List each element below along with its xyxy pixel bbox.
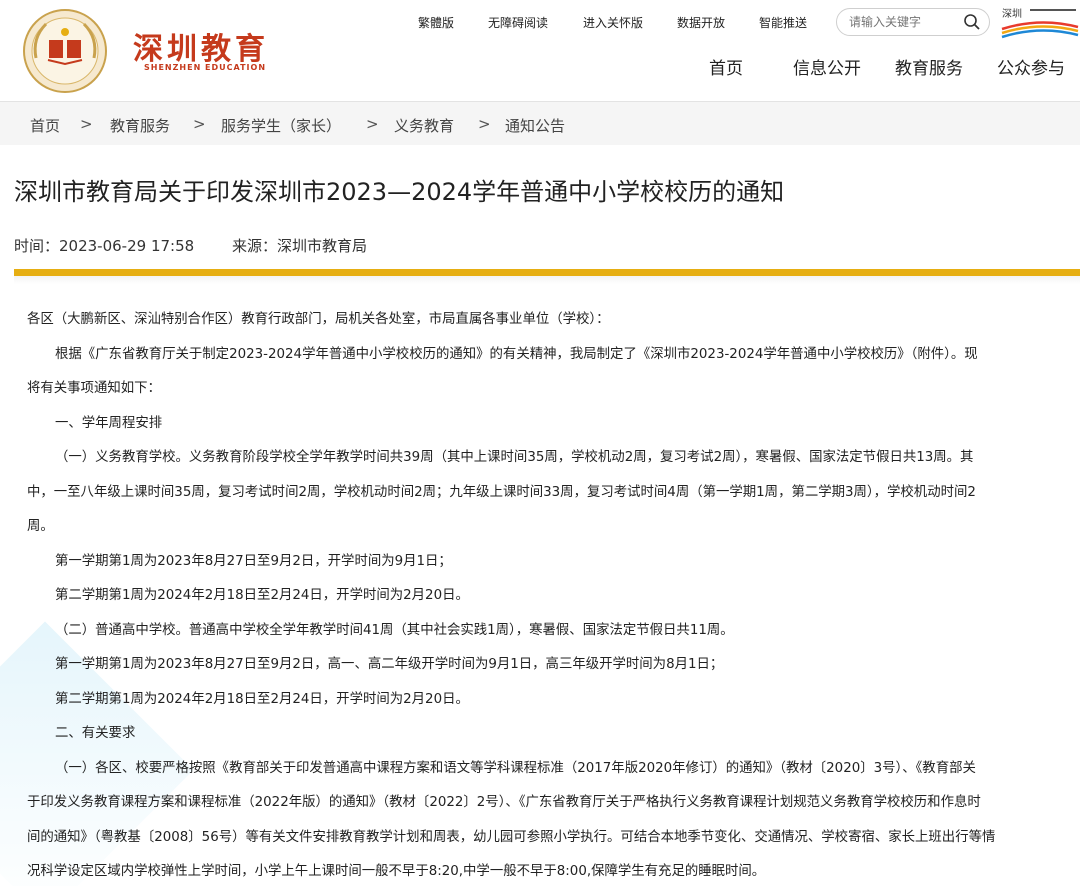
body-line: 第一学期第1周为2023年8月27日至9月2日，高一、高二年级开学时间为9月1日… <box>55 657 724 672</box>
search-box <box>836 8 990 36</box>
breadcrumb-student-services[interactable]: 服务学生（家长） <box>221 115 341 136</box>
title-divider-shadow <box>14 276 1080 284</box>
breadcrumb: 首页 > 教育服务 > 服务学生（家长） > 义务教育 > 通知公告 <box>0 102 1080 145</box>
body-line: （一）各区、校要严格按照《教育部关于印发普通高中课程方案和语文等学科课程标准（2… <box>55 760 976 776</box>
util-link-traditional[interactable]: 繁體版 <box>418 14 454 31</box>
util-link-open-data[interactable]: 数据开放 <box>677 14 725 31</box>
body-line: 将有关事项通知如下： <box>27 381 161 396</box>
site-header: 深圳教育 SHENZHEN EDUCATION 繁體版 无障碍阅读 进入关怀版 … <box>0 0 1080 101</box>
brand-badge-text: 深圳 <box>1002 8 1022 20</box>
body-line: 于印发义务教育课程方案和课程标准（2022年版）的通知》（教材〔2022〕2号）… <box>27 795 981 810</box>
section-heading: 二、有关要求 <box>55 726 136 741</box>
shenzhen-china-logo-icon[interactable]: 深圳 <box>1000 5 1080 39</box>
breadcrumb-home[interactable]: 首页 <box>30 115 60 136</box>
body-line: （二）普通高中学校。普通高中学校全学年教学时间41周（其中社会实践1周），寒暑假… <box>55 622 734 638</box>
search-icon[interactable] <box>963 13 981 31</box>
body-line: 间的通知》（粤教基〔2008〕56号）等有关文件安排教育教学计划和周表，幼儿园可… <box>27 829 996 845</box>
breadcrumb-separator: > <box>193 115 206 133</box>
breadcrumb-compulsory-education[interactable]: 义务教育 <box>394 115 454 136</box>
title-divider <box>14 269 1080 276</box>
util-link-care-mode[interactable]: 进入关怀版 <box>583 14 643 31</box>
nav-info-disclosure[interactable]: 信息公开 <box>793 54 861 79</box>
body-line: 周。 <box>27 519 54 534</box>
body-line: 第二学期第1周为2024年2月18日至2月24日，开学时间为2月20日。 <box>55 588 469 603</box>
body-line: 根据《广东省教育厅关于制定2023-2024学年普通中小学校校历的通知》的有关精… <box>55 346 978 362</box>
article-title: 深圳市教育局关于印发深圳市2023—2024学年普通中小学校校历的通知 <box>14 178 785 206</box>
logo-title[interactable]: 深圳教育 <box>133 24 269 68</box>
breadcrumb-notices[interactable]: 通知公告 <box>505 115 565 136</box>
util-link-accessible[interactable]: 无障碍阅读 <box>488 14 548 31</box>
logo-subtitle: SHENZHEN EDUCATION <box>144 63 267 72</box>
article-body: 各区（大鹏新区、深汕特别合作区）教育行政部门，局机关各处室，市局直属各事业单位（… <box>27 303 1067 890</box>
breadcrumb-separator: > <box>478 115 491 133</box>
article-time: 时间：2023-06-29 17:58 <box>14 237 195 255</box>
body-line: 各区（大鹏新区、深汕特别合作区）教育行政部门，局机关各处室，市局直属各事业单位（… <box>27 312 610 327</box>
nav-public-participation[interactable]: 公众参与 <box>997 54 1065 79</box>
breadcrumb-separator: > <box>80 115 93 133</box>
body-line: 中，一至八年级上课时间35周，复习考试时间2周，学校机动时间2周；九年级上课时间… <box>27 484 976 500</box>
body-line: 况科学设定区域内学校弹性上学时间，小学上午上课时间一般不早于8:20,中学一般不… <box>27 864 766 879</box>
body-line: 第一学期第1周为2023年8月27日至9月2日，开学时间为9月1日； <box>55 553 452 569</box>
util-link-smart-push[interactable]: 智能推送 <box>759 14 807 31</box>
article-source: 来源：深圳市教育局 <box>232 237 368 255</box>
education-emblem-icon[interactable] <box>22 8 108 94</box>
section-heading: 一、学年周程安排 <box>55 415 163 431</box>
nav-education-services[interactable]: 教育服务 <box>895 54 963 79</box>
body-line: 第二学期第1周为2024年2月18日至2月24日，开学时间为2月20日。 <box>55 691 469 707</box>
breadcrumb-education-services[interactable]: 教育服务 <box>110 115 170 136</box>
search-input[interactable] <box>849 13 959 31</box>
breadcrumb-separator: > <box>366 115 379 133</box>
nav-home[interactable]: 首页 <box>709 54 743 79</box>
body-line: （一）义务教育学校。义务教育阶段学校全学年教学时间共39周（其中上课时间35周，… <box>55 450 974 465</box>
